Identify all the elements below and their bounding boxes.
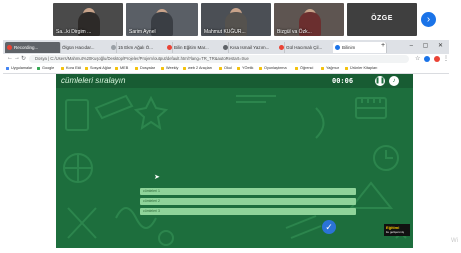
doodle-arc bbox=[315, 107, 325, 139]
bookmark[interactable]: Okul bbox=[219, 65, 232, 72]
address-bar-row: ← → ↻ Dosya | C:/Users/Mahmut%20Kuşoğlu/… bbox=[3, 54, 449, 64]
tab-label: Ölgün Hacıdar... bbox=[62, 45, 95, 50]
bookmarks-bar: Uygulamalar Google Kora Ekli Sosyal Ağla… bbox=[3, 64, 449, 74]
extension-icon[interactable] bbox=[424, 56, 430, 62]
bookmark[interactable]: Sosyal Ağlar bbox=[85, 65, 111, 72]
bookmark[interactable]: Ürünler Kitapları bbox=[345, 65, 377, 72]
logo-subtext: ile gelişenmiş bbox=[386, 230, 405, 234]
participant-tile[interactable]: Mahmut KUĞUR... bbox=[201, 3, 271, 36]
game-header: cümleleri sıralayın 00:06 ❚❚ ♪ bbox=[56, 74, 413, 88]
doodle-strokes bbox=[285, 215, 322, 239]
tab-favicon-icon bbox=[335, 45, 340, 50]
bookmark[interactable]: Yağmur bbox=[321, 65, 339, 72]
game-board: cümleleri sıralayın 00:06 ❚❚ ♪ cümleleri… bbox=[56, 74, 413, 248]
bookmark[interactable]: MEB bbox=[115, 65, 128, 72]
bookmark[interactable]: Dosyalar bbox=[135, 65, 155, 72]
brand-logo: Eğitimi ile gelişenmiş bbox=[384, 224, 410, 236]
mouse-cursor-icon: ➤ bbox=[154, 174, 160, 181]
participant-name: Sarim Aynel bbox=[129, 29, 156, 35]
star-icon[interactable]: ☆ bbox=[415, 55, 420, 62]
doodle-book-icon bbox=[65, 99, 89, 131]
tab-favicon-icon bbox=[111, 45, 116, 50]
next-participants-button[interactable]: › bbox=[421, 12, 436, 27]
menu-icon[interactable]: ⋮ bbox=[443, 55, 449, 62]
tab-favicon-icon bbox=[223, 45, 228, 50]
tab-favicon-icon bbox=[279, 45, 284, 50]
tab-label: Recording... bbox=[14, 45, 39, 50]
bookmark[interactable]: Weekly bbox=[161, 65, 178, 72]
game-timer: 00:06 bbox=[332, 77, 354, 85]
participant-name: Sa...ki Dirgim ... bbox=[56, 29, 92, 35]
participant-name: Mahmut KUĞUR... bbox=[204, 29, 246, 35]
doodle-ruler-marks bbox=[356, 98, 386, 109]
tab-favicon-icon bbox=[167, 45, 172, 50]
answer-slot[interactable]: cümleleri 3 bbox=[140, 208, 356, 215]
tab-bar: Recording... Ölgün Hacıdar... 15 Ekm Ağa… bbox=[3, 40, 449, 54]
participant-name: Bizgül va Özk... bbox=[277, 29, 312, 35]
doodle-lines bbox=[236, 95, 276, 103]
bookmark-apps[interactable]: Uygulamalar bbox=[6, 65, 32, 72]
answer-text: cümleleri 1 bbox=[143, 189, 160, 193]
tab-label: Gül Hacımalı Çil... bbox=[286, 45, 323, 50]
participant-tile[interactable]: Sarim Aynel bbox=[126, 3, 198, 36]
doodle-triangle bbox=[348, 181, 394, 209]
tab-label: 15 Ekm Ağalı Ö... bbox=[118, 45, 154, 50]
tab[interactable]: Gül Hacımalı Çil... bbox=[277, 42, 341, 53]
answer-text: cümleleri 2 bbox=[143, 199, 160, 203]
doodle-cross bbox=[67, 207, 97, 239]
active-speaker-name: ÖZGE bbox=[371, 15, 393, 22]
profile-avatar[interactable] bbox=[434, 56, 440, 62]
tab-active[interactable]: Bilinim bbox=[333, 42, 387, 53]
tab-label: Bilin Eğitim Mar... bbox=[174, 45, 209, 50]
bookmark[interactable]: YÖetik bbox=[237, 65, 253, 72]
answer-text: cümleleri 3 bbox=[143, 209, 160, 213]
answer-slot[interactable]: cümleleri 1 bbox=[140, 188, 356, 195]
doodle-star-icon bbox=[133, 95, 169, 131]
doodle-clock-hands bbox=[385, 150, 393, 159]
tab[interactable]: Kısa Ismail Yazım... bbox=[221, 42, 285, 53]
browser-window: Recording... Ölgün Hacıdar... 15 Ekm Ağa… bbox=[3, 40, 449, 250]
sound-button[interactable]: ♪ bbox=[389, 76, 399, 86]
pause-button[interactable]: ❚❚ bbox=[375, 76, 385, 86]
game-title: cümleleri sıralayın bbox=[61, 76, 126, 85]
watermark-text: Wi bbox=[451, 238, 458, 244]
tab-label: Kısa Ismail Yazım... bbox=[230, 45, 270, 50]
forward-icon[interactable]: → bbox=[14, 55, 20, 61]
back-icon[interactable]: ← bbox=[7, 55, 13, 61]
tab[interactable]: 15 Ekm Ağalı Ö... bbox=[109, 42, 173, 53]
video-strip: Sa...ki Dirgim ... Sarim Aynel Mahmut KU… bbox=[0, 0, 461, 40]
new-tab-button[interactable]: + bbox=[381, 42, 385, 49]
bookmark[interactable]: web 2 Araçları bbox=[183, 65, 212, 72]
bookmark[interactable]: Kora Ekli bbox=[61, 65, 81, 72]
url-field[interactable]: Dosya | C:/Users/Mahmut%20Kuşoğlu/Deskto… bbox=[29, 55, 409, 63]
tab[interactable]: Bilin Eğitim Mar... bbox=[165, 42, 229, 53]
doodle-pencil-icon bbox=[94, 94, 134, 120]
window-controls[interactable]: – ▢ ✕ bbox=[410, 42, 447, 49]
bookmark[interactable]: Google bbox=[37, 65, 54, 72]
tab-favicon-icon bbox=[55, 45, 60, 50]
tab[interactable]: Ölgün Hacıdar... bbox=[53, 42, 117, 53]
record-icon bbox=[7, 45, 12, 50]
doodle-circle bbox=[158, 230, 174, 246]
active-speaker-tile[interactable]: ÖZGE bbox=[347, 3, 417, 36]
bookmark[interactable]: Öğrenci bbox=[295, 65, 313, 72]
tab-label: Bilinim bbox=[342, 45, 356, 50]
chalk-doodles bbox=[63, 94, 407, 246]
reload-icon[interactable]: ↻ bbox=[21, 55, 26, 62]
check-button[interactable]: ✓ bbox=[322, 220, 336, 234]
participant-tile[interactable]: Bizgül va Özk... bbox=[274, 3, 344, 36]
participant-tile[interactable]: Sa...ki Dirgim ... bbox=[53, 3, 123, 36]
bookmark[interactable]: Oyunlaştırma bbox=[259, 65, 287, 72]
page-viewport: cümleleri sıralayın 00:06 ❚❚ ♪ cümleleri… bbox=[3, 74, 449, 250]
answer-slot[interactable]: cümleleri 2 bbox=[140, 198, 356, 205]
